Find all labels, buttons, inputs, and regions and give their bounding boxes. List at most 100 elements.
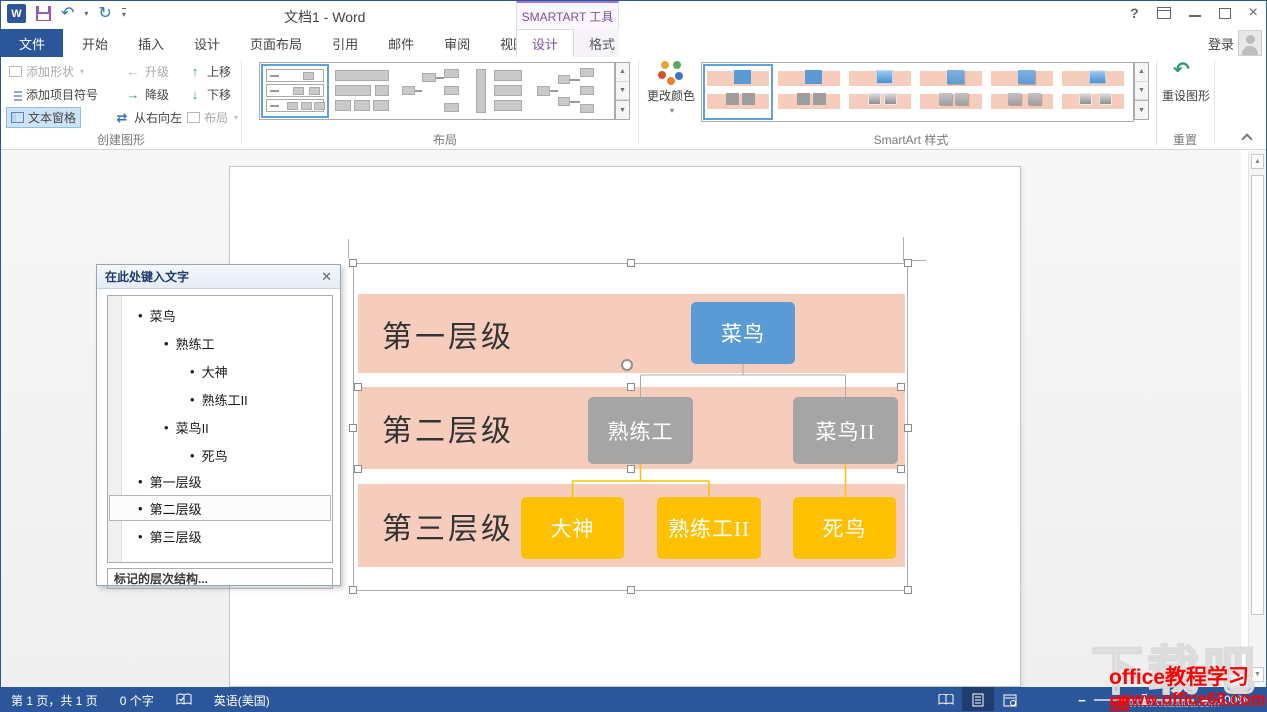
demote-button[interactable]: → 降级 [125,84,169,105]
document-canvas[interactable]: 第一层级 第二层级 第三层级 菜鸟 熟练工 菜鸟II 大神 熟练工II 死鸟 [1,150,1241,687]
redo-button[interactable]: ↻ [98,6,111,22]
style-gallery-down-icon[interactable]: ▼ [1135,82,1148,101]
style-thumb-6[interactable] [1061,67,1125,117]
node-shuLianGong[interactable]: 熟练工 [588,397,693,464]
add-bullet-button[interactable]: 添加项目符号 [9,84,98,105]
resize-handle[interactable] [904,259,912,267]
text-pane-item[interactable]: 第一层级 [138,468,202,494]
layout-thumb-2[interactable] [332,67,394,115]
shape-resize-handle[interactable] [354,383,362,391]
style-gallery-more-icon[interactable]: ▼ [1135,100,1148,119]
text-pane-item[interactable]: 菜鸟II [164,414,209,440]
scrollbar-thumb[interactable] [1251,175,1264,615]
text-pane-item-selected[interactable]: 第二层级 [138,495,202,521]
text-pane-item[interactable]: 熟练工II [190,386,248,412]
add-shape-button[interactable]: 添加形状▾ [9,61,84,82]
text-pane-item[interactable]: 熟练工 [164,330,215,356]
layout-thumb-labeled-hierarchy[interactable] [264,67,326,115]
style-thumb-3[interactable] [848,67,912,117]
rotate-handle[interactable] [621,359,633,371]
layout-thumb-4[interactable] [468,67,530,115]
layout-gallery-down-icon[interactable]: ▼ [616,82,629,101]
text-pane-list[interactable]: 菜鸟 熟练工 大神 熟练工II 菜鸟II 死鸟 第一层级 第二层级 第三层级 [107,295,333,563]
resize-handle[interactable] [904,424,912,432]
style-thumb-2[interactable] [777,67,841,117]
reset-graphic-button[interactable]: ↶ 重设图形 [1159,61,1213,104]
language-indicator[interactable]: 英语(美国) [214,692,270,709]
resize-handle[interactable] [349,586,357,594]
layout-button[interactable]: 布局▾ [187,107,238,128]
style-thumb-4[interactable] [919,67,983,117]
help-button[interactable]: ? [1130,5,1139,21]
zoom-out-icon[interactable]: − [1078,693,1086,708]
layout-gallery-up-icon[interactable]: ▲ [616,63,629,82]
right-to-left-button[interactable]: ⇄ 从右向左 [114,107,182,128]
tab-page-layout[interactable]: 页面布局 [235,29,317,57]
tab-file[interactable]: 文件 [1,29,63,57]
promote-button[interactable]: ← 升级 [125,61,169,82]
read-mode-button[interactable] [930,687,962,712]
text-pane-header[interactable]: 在此处键入文字 ✕ [97,265,340,289]
tab-review[interactable]: 审阅 [429,29,485,57]
resize-handle[interactable] [904,586,912,594]
zoom-slider-thumb[interactable] [1142,694,1147,706]
move-down-button[interactable]: ↓ 下移 [187,84,231,105]
zoom-in-icon[interactable]: + [1202,693,1210,708]
text-pane-item[interactable]: 菜鸟 [138,302,176,328]
proofing-status-icon[interactable] [176,693,192,707]
collapse-ribbon-icon[interactable] [1242,132,1252,142]
text-pane-toggle-button[interactable]: 文本窗格 [6,107,81,128]
undo-dropdown-icon[interactable]: ▾ [84,9,88,18]
text-pane-item[interactable]: 大神 [190,358,228,384]
layout-gallery-more-icon[interactable]: ▼ [616,100,629,119]
web-layout-button[interactable] [994,687,1026,712]
shape-resize-handle[interactable] [897,383,905,391]
tab-smartart-format[interactable]: 格式 [574,29,630,57]
shape-resize-handle[interactable] [354,465,362,473]
node-daShen[interactable]: 大神 [521,497,624,559]
node-siNiao[interactable]: 死鸟 [793,497,896,559]
tab-design[interactable]: 设计 [179,29,235,57]
zoom-slider[interactable] [1094,699,1194,701]
tab-home[interactable]: 开始 [67,29,123,57]
resize-handle[interactable] [627,259,635,267]
resize-handle[interactable] [627,586,635,594]
node-caiNiao[interactable]: 菜鸟 [691,302,795,364]
resize-handle[interactable] [349,259,357,267]
page-number-indicator[interactable]: 第 1 页，共 1 页 [11,692,98,709]
style-gallery-up-icon[interactable]: ▲ [1135,63,1148,82]
tab-references[interactable]: 引用 [317,29,373,57]
tab-mailings[interactable]: 邮件 [373,29,429,57]
change-colors-button[interactable]: 更改颜色 ▾ [645,61,697,115]
smartart-canvas[interactable]: 第一层级 第二层级 第三层级 菜鸟 熟练工 菜鸟II 大神 熟练工II 死鸟 [353,263,908,591]
layout-thumb-5[interactable] [536,67,598,115]
customize-qat-button[interactable]: ▾ [122,8,126,19]
shape-resize-handle[interactable] [897,465,905,473]
scroll-down-icon[interactable]: ▼ [1251,667,1264,682]
vertical-scrollbar[interactable]: ▲ ▼ [1248,151,1265,687]
style-thumb-1[interactable] [706,67,770,117]
zoom-level-indicator[interactable]: 100% [1217,693,1248,707]
tab-smartart-design[interactable]: 设计 [516,29,574,57]
scroll-up-icon[interactable]: ▲ [1251,154,1264,169]
shape-resize-handle[interactable] [627,383,635,391]
style-thumb-5[interactable] [990,67,1054,117]
node-shuLianGong2[interactable]: 熟练工II [657,497,761,559]
tab-insert[interactable]: 插入 [123,29,179,57]
text-pane-item[interactable]: 第三层级 [138,523,202,549]
text-pane-close-icon[interactable]: ✕ [321,269,332,285]
node-caiNiao2[interactable]: 菜鸟II [793,397,898,464]
save-button[interactable] [36,6,51,21]
text-pane-item[interactable]: 死鸟 [190,442,228,468]
undo-button[interactable]: ↶ [61,6,74,22]
close-button[interactable]: × [1249,7,1258,19]
word-count-indicator[interactable]: 0 个字 [120,692,154,709]
sign-in-link[interactable]: 登录 [1208,34,1234,53]
layout-thumb-3[interactable] [400,67,462,115]
maximize-button[interactable] [1219,8,1231,19]
print-layout-button[interactable] [962,687,994,712]
move-up-button[interactable]: ↑ 上移 [187,61,231,82]
avatar[interactable] [1238,30,1262,56]
resize-handle[interactable] [349,424,357,432]
ribbon-display-options-button[interactable] [1157,7,1171,19]
